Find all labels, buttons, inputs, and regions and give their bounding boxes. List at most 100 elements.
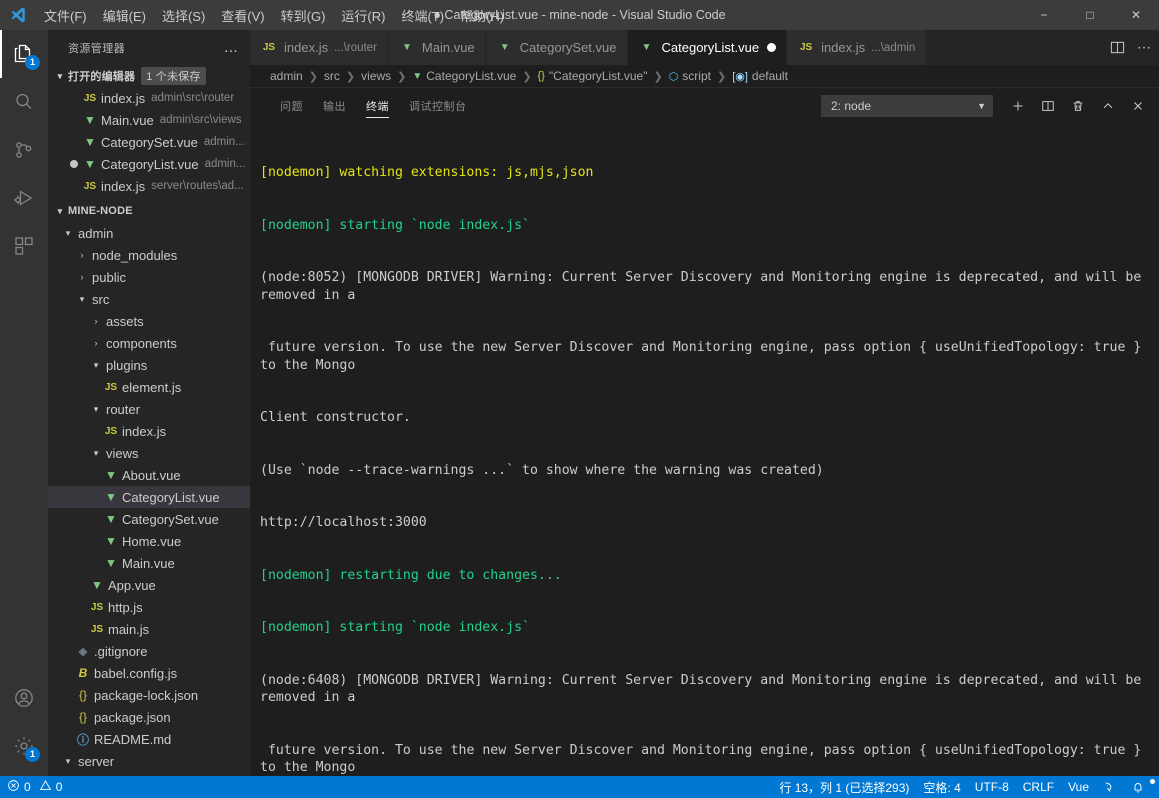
tree-item-node-modules[interactable]: › node_modules: [48, 244, 250, 266]
breadcrumb-item-default[interactable]: default: [752, 69, 788, 83]
terminal-selector-dropdown[interactable]: 2: node ▼: [821, 94, 993, 117]
tree-item-public[interactable]: › public: [48, 266, 250, 288]
minimize-button[interactable]: −: [1021, 0, 1067, 30]
tree-item-components[interactable]: › components: [48, 332, 250, 354]
maximize-button[interactable]: □: [1067, 0, 1113, 30]
tree-item-label: plugins: [106, 357, 148, 373]
tab-label: CategorySet.vue: [519, 40, 617, 55]
tree-item-element-js[interactable]: JS element.js: [48, 376, 250, 398]
tree-item-readme-md[interactable]: ⓘ README.md: [48, 728, 250, 750]
panel-tab-debug-console[interactable]: 调试控制台: [399, 88, 477, 123]
menu-go[interactable]: 转到(G): [273, 0, 334, 30]
js-file-icon: JS: [104, 381, 118, 393]
breadcrumb-item-symbol-file[interactable]: "CategoryList.vue": [549, 69, 648, 83]
open-editors-header[interactable]: ▾ 打开的编辑器 1 个未保存: [48, 65, 250, 87]
breadcrumb-item-script[interactable]: script: [682, 69, 711, 83]
breadcrumb-item-src[interactable]: src: [324, 69, 340, 83]
menu-edit[interactable]: 编辑(E): [95, 0, 154, 30]
status-bar-left: 0 0: [0, 776, 69, 798]
language-mode-status[interactable]: Vue: [1061, 776, 1096, 798]
close-panel-icon[interactable]: [1125, 93, 1151, 119]
run-and-debug-icon[interactable]: [0, 174, 48, 222]
tree-item-label: node_modules: [92, 247, 178, 263]
tree-item-admin[interactable]: ▾ admin: [48, 222, 250, 244]
close-button[interactable]: ✕: [1113, 0, 1159, 30]
problems-status[interactable]: 0 0: [0, 776, 69, 798]
encoding-status[interactable]: UTF-8: [968, 776, 1016, 798]
tab-main-vue[interactable]: ▼ Main.vue: [387, 30, 486, 65]
tree-item-app-vue[interactable]: ▼ App.vue: [48, 574, 250, 596]
chevron-down-icon: ▾: [65, 755, 71, 766]
account-icon[interactable]: [0, 674, 48, 722]
explorer-icon[interactable]: 1: [0, 30, 48, 78]
open-editor-item[interactable]: ▼ CategorySet.vue admin...: [48, 131, 250, 153]
menu-terminal[interactable]: 终端(T): [393, 0, 452, 30]
maximize-panel-icon[interactable]: [1095, 93, 1121, 119]
open-editor-item[interactable]: JS index.js admin\src\router: [48, 87, 250, 109]
menu-file[interactable]: 文件(F): [36, 0, 95, 30]
search-icon[interactable]: [0, 78, 48, 126]
tree-item-babel-config[interactable]: B babel.config.js: [48, 662, 250, 684]
workspace-folder-header[interactable]: ▾ MINE-NODE: [48, 200, 250, 222]
tree-item-assets[interactable]: › assets: [48, 310, 250, 332]
cursor-position-status[interactable]: 行 13，列 1 (已选择293): [772, 776, 916, 798]
menu-help[interactable]: 帮助(H): [452, 0, 512, 30]
tree-item-src[interactable]: ▾ src: [48, 288, 250, 310]
tree-item-package-json[interactable]: {} package.json: [48, 706, 250, 728]
split-editor-icon[interactable]: [1110, 40, 1125, 55]
breadcrumb-item-file[interactable]: CategoryList.vue: [426, 69, 516, 83]
tree-item-index-js[interactable]: JS index.js: [48, 420, 250, 442]
vue-file-icon: ▼: [84, 113, 96, 127]
panel-tab-problems[interactable]: 问题: [270, 88, 313, 123]
open-editor-item-dirty[interactable]: ▼ CategoryList.vue admin...: [48, 153, 250, 175]
feedback-smiley-icon[interactable]: [1096, 776, 1124, 798]
indentation-status[interactable]: 空格: 4: [916, 776, 967, 798]
tab-categorylist-vue[interactable]: ▼ CategoryList.vue: [627, 30, 788, 65]
menu-run[interactable]: 运行(R): [333, 0, 393, 30]
tab-unsaved-dot-icon[interactable]: [767, 43, 777, 52]
tree-item-plugins[interactable]: ▾ plugins: [48, 354, 250, 376]
open-editor-item[interactable]: ▼ Main.vue admin\src\views: [48, 109, 250, 131]
terminal-output[interactable]: [nodemon] watching extensions: js,mjs,js…: [250, 123, 1159, 798]
breadcrumb-item-admin[interactable]: admin: [270, 69, 303, 83]
js-file-icon: JS: [90, 601, 104, 613]
source-control-icon[interactable]: [0, 126, 48, 174]
chevron-down-icon: ▾: [57, 205, 63, 216]
new-terminal-icon[interactable]: [1005, 93, 1031, 119]
open-editor-item[interactable]: JS index.js server\routes\ad...: [48, 175, 250, 197]
split-terminal-icon[interactable]: [1035, 93, 1061, 119]
tree-item-categoryset-vue[interactable]: ▼ CategorySet.vue: [48, 508, 250, 530]
sidebar-more-icon[interactable]: ...: [220, 39, 242, 56]
kill-terminal-icon[interactable]: [1065, 93, 1091, 119]
panel-tab-terminal[interactable]: 终端: [356, 88, 399, 123]
vue-file-icon: ▼: [412, 70, 423, 82]
tree-item-about-vue[interactable]: ▼ About.vue: [48, 464, 250, 486]
eol-status[interactable]: CRLF: [1016, 776, 1061, 798]
tab-index-js-admin[interactable]: JS index.js ...\admin: [787, 30, 927, 65]
tree-item-router[interactable]: ▾ router: [48, 398, 250, 420]
tree-item-package-lock-json[interactable]: {} package-lock.json: [48, 684, 250, 706]
tree-item-http-js[interactable]: JS http.js: [48, 596, 250, 618]
tree-item-views[interactable]: ▾ views: [48, 442, 250, 464]
tree-item-gitignore[interactable]: ◈ .gitignore: [48, 640, 250, 662]
tree-item-main-js[interactable]: JS main.js: [48, 618, 250, 640]
chevron-right-icon: ❯: [308, 70, 318, 83]
tree-item-categorylist-vue[interactable]: ▼ CategoryList.vue: [48, 486, 250, 508]
menu-view[interactable]: 查看(V): [213, 0, 272, 30]
panel-tab-output[interactable]: 输出: [313, 88, 356, 123]
more-actions-icon[interactable]: ⋯: [1137, 39, 1151, 56]
settings-badge: 1: [25, 747, 40, 762]
tab-index-js-router[interactable]: JS index.js ...\router: [250, 30, 388, 65]
terminal-line: future version. To use the new Server Di…: [260, 340, 1150, 373]
tree-item-home-vue[interactable]: ▼ Home.vue: [48, 530, 250, 552]
bell-dot-icon[interactable]: [1124, 776, 1159, 798]
menu-selection[interactable]: 选择(S): [154, 0, 213, 30]
tree-item-server[interactable]: ▾ server: [48, 750, 250, 772]
sidebar-title-label: 资源管理器: [68, 42, 125, 55]
extensions-icon[interactable]: [0, 222, 48, 270]
breadcrumb-item-views[interactable]: views: [361, 69, 391, 83]
tree-item-label: App.vue: [108, 577, 156, 593]
tab-categoryset-vue[interactable]: ▼ CategorySet.vue: [485, 30, 628, 65]
settings-gear-icon[interactable]: 1: [0, 722, 48, 770]
tree-item-main-vue[interactable]: ▼ Main.vue: [48, 552, 250, 574]
